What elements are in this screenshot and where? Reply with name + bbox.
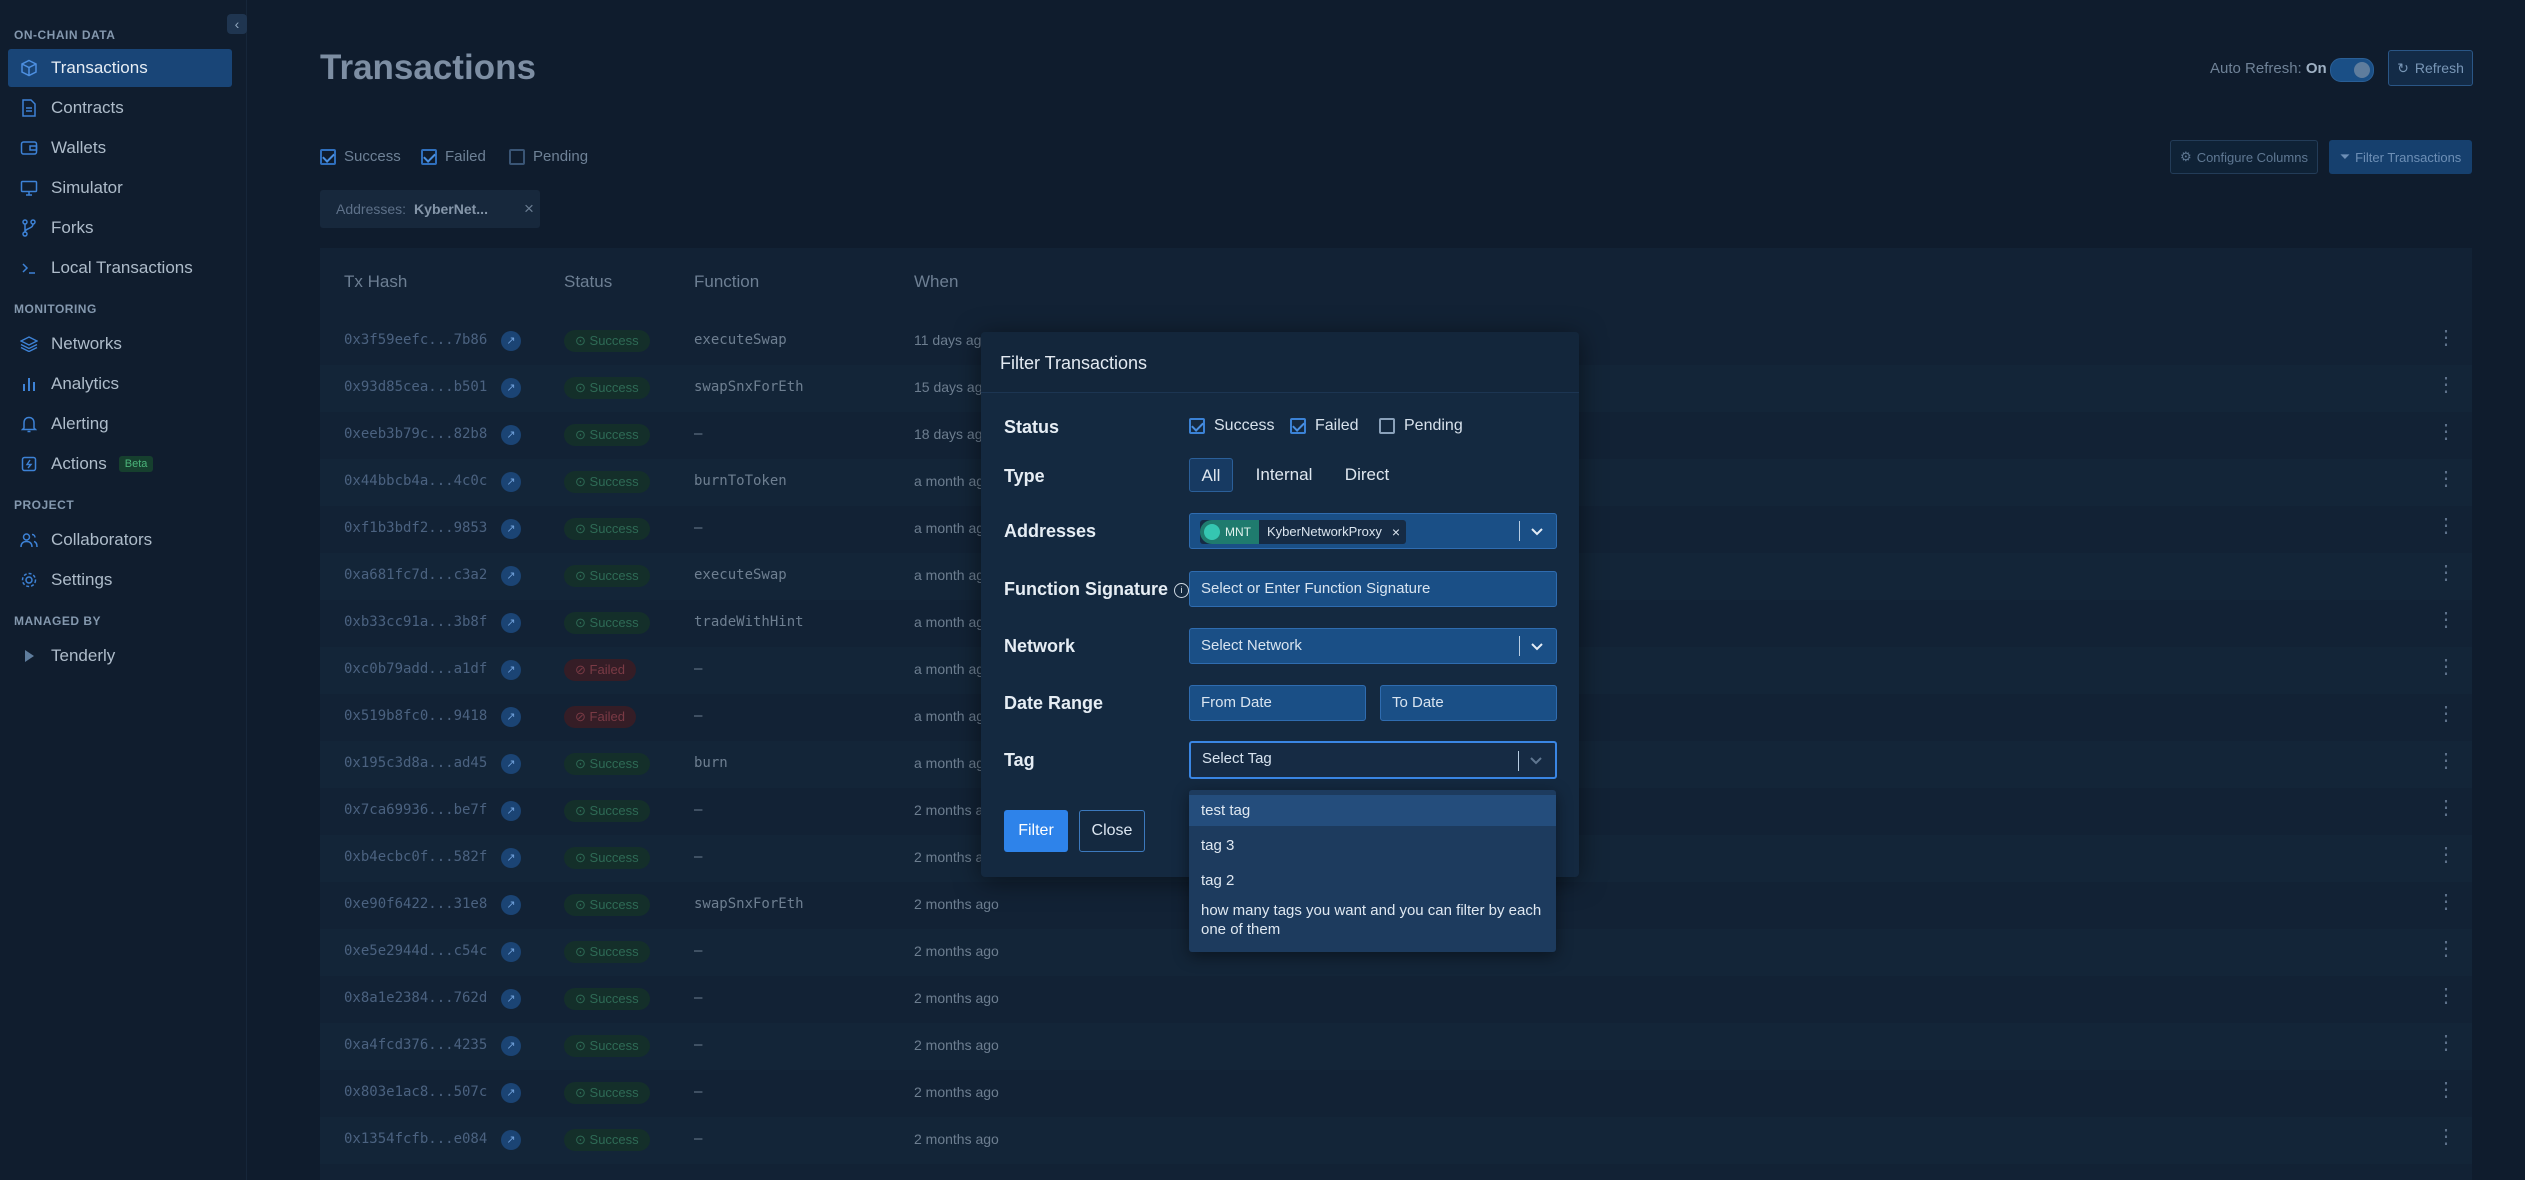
chevron-down-icon[interactable]	[1527, 629, 1547, 663]
checkbox-icon[interactable]	[1379, 418, 1395, 434]
status-option-failed[interactable]: Failed	[1290, 417, 1359, 435]
type-option-internal[interactable]: Internal	[1251, 458, 1317, 492]
checkbox-checked-icon[interactable]	[1189, 418, 1205, 434]
select-divider	[1519, 521, 1520, 541]
chevron-down-icon[interactable]	[1527, 514, 1547, 548]
status-option-pending[interactable]: Pending	[1379, 417, 1463, 435]
tag-option[interactable]: tag 2	[1189, 865, 1556, 896]
to-date-input[interactable]: To Date	[1380, 685, 1557, 721]
type-option-direct[interactable]: Direct	[1341, 458, 1393, 492]
filter-button[interactable]: Filter	[1004, 810, 1068, 852]
addresses-label: Addresses	[1004, 521, 1097, 541]
type-option-all[interactable]: All	[1189, 458, 1233, 492]
remove-tag-icon[interactable]: ×	[1392, 515, 1400, 549]
network-badge: MNT	[1200, 520, 1259, 544]
function-signature-label: Function Signature i	[1004, 579, 1189, 600]
address-tag-name: KyberNetworkProxy	[1267, 524, 1382, 539]
info-icon[interactable]: i	[1174, 582, 1189, 598]
tag-option[interactable]: tag 3	[1189, 830, 1556, 861]
network-select[interactable]: Select Network	[1189, 628, 1557, 664]
tag-option[interactable]: how many tags you want and you can filte…	[1189, 901, 1556, 939]
select-divider	[1518, 751, 1519, 771]
type-label: Type	[1004, 466, 1045, 486]
network-logo-icon	[1204, 524, 1220, 540]
date-range-label: Date Range	[1004, 693, 1104, 713]
chevron-down-icon[interactable]	[1526, 743, 1546, 777]
address-tag: MNT KyberNetworkProxy ×	[1200, 520, 1407, 544]
function-signature-input[interactable]: Select or Enter Function Signature	[1189, 571, 1557, 607]
checkbox-checked-icon[interactable]	[1290, 418, 1306, 434]
status-option-success[interactable]: Success	[1189, 417, 1274, 435]
modal-title: Filter Transactions	[1000, 353, 1148, 373]
status-label: Status	[1004, 417, 1060, 437]
from-date-input[interactable]: From Date	[1189, 685, 1366, 721]
network-label: Network	[1004, 636, 1076, 656]
tag-select[interactable]: Select Tag	[1189, 741, 1557, 779]
tag-label: Tag	[1004, 750, 1035, 770]
tag-option[interactable]: test tag	[1189, 795, 1556, 826]
select-divider	[1519, 636, 1520, 656]
addresses-select[interactable]: MNT KyberNetworkProxy ×	[1189, 513, 1557, 549]
tag-dropdown-menu: test tag tag 3 tag 2 how many tags you w…	[1189, 790, 1556, 952]
close-button[interactable]: Close	[1079, 810, 1145, 852]
modal-header: Filter Transactions	[981, 332, 1579, 393]
